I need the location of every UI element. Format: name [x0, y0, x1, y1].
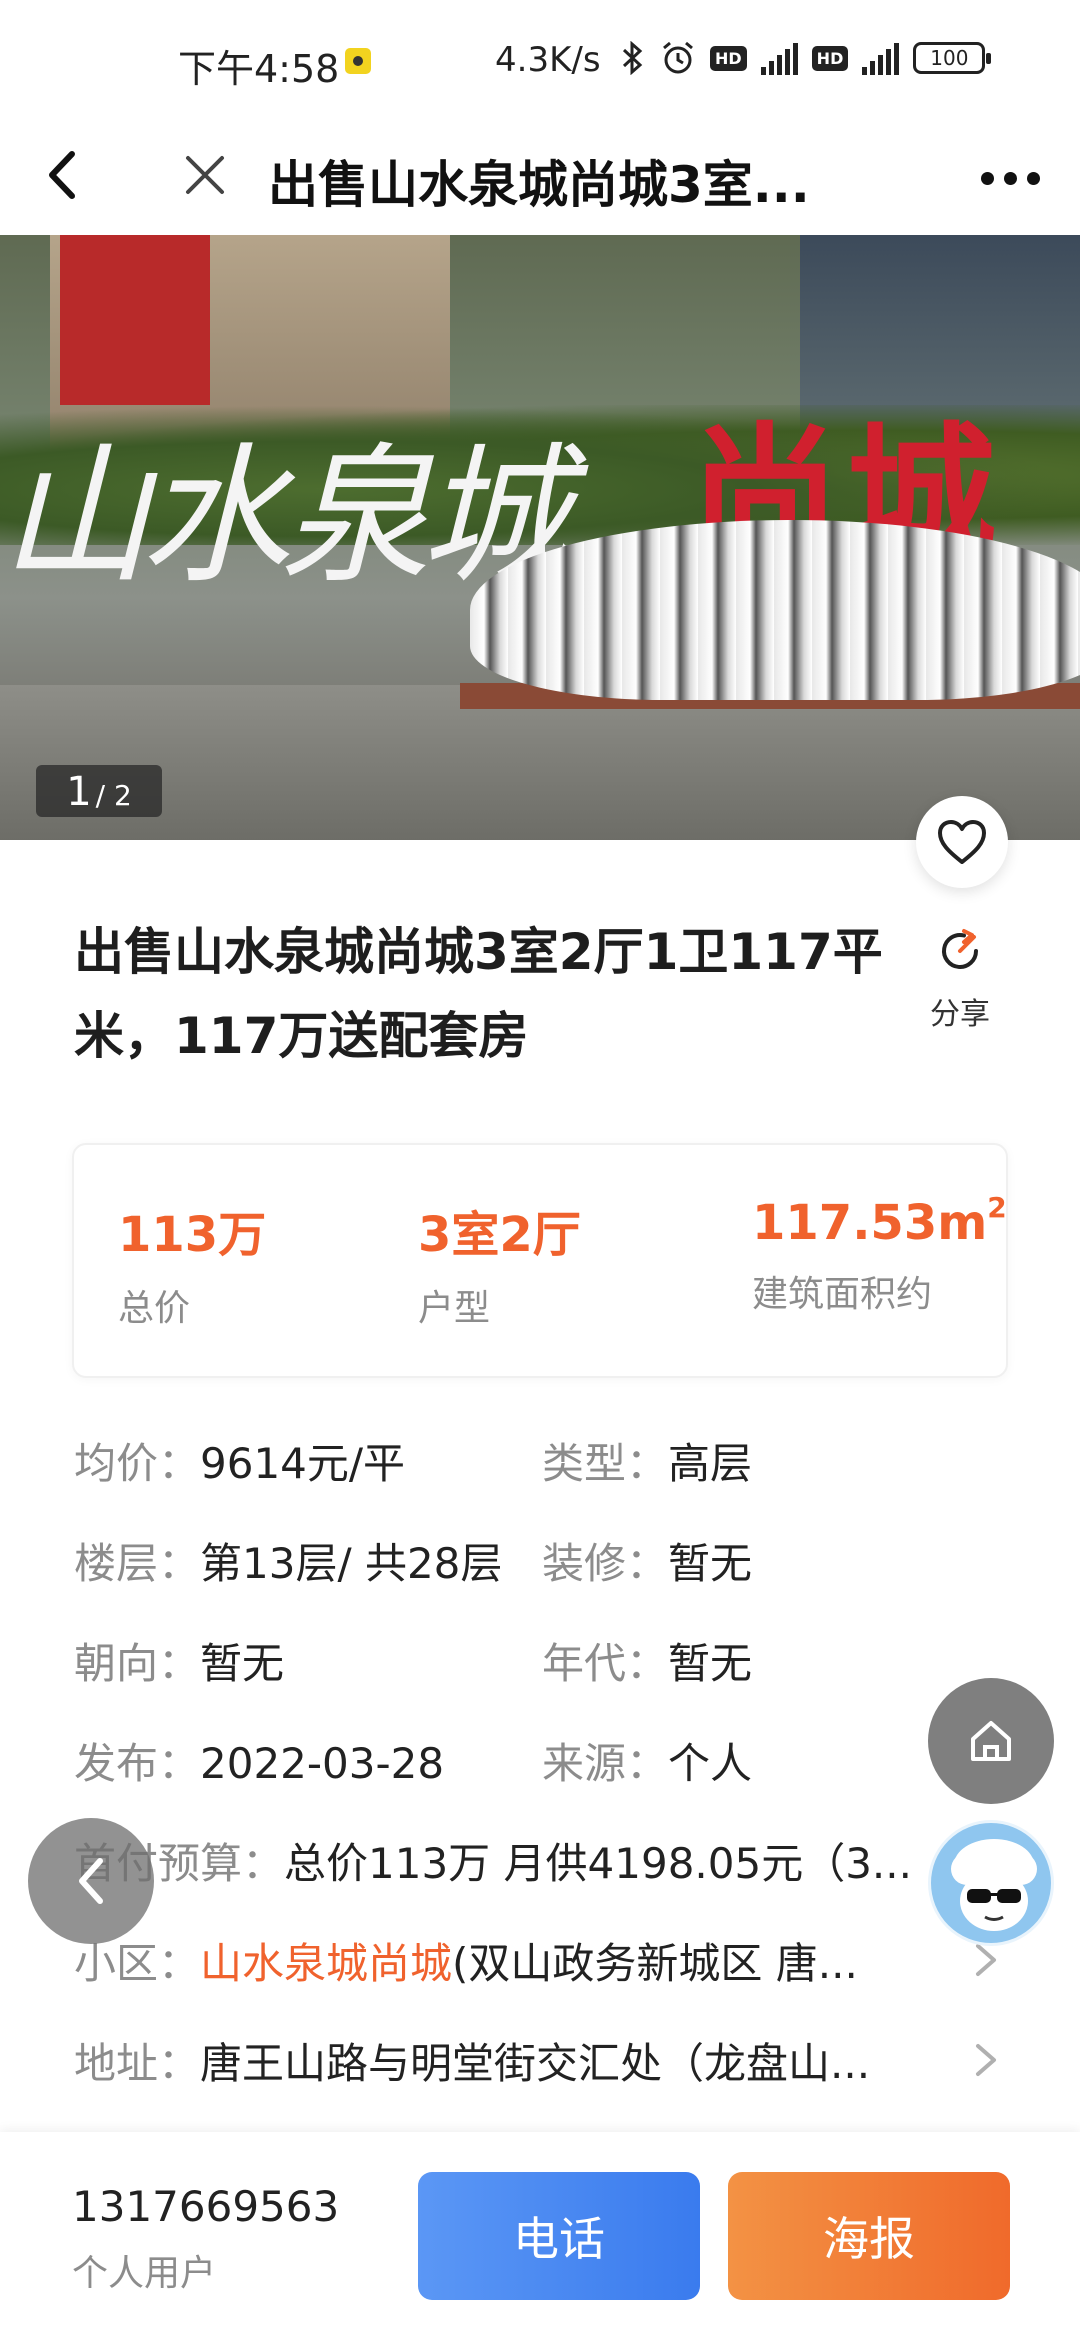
listing-photo[interactable]: 尚城 山水泉城 1 / 2 — [0, 235, 1080, 840]
status-icons: HD HD 100 — [620, 40, 992, 76]
back-arrow-icon[interactable] — [30, 140, 100, 210]
assistant-avatar[interactable] — [928, 1820, 1054, 1946]
bottom-bar: 1317669563 个人用户 电话 海报 — [0, 2132, 1080, 2340]
detail-year: 年代：暂无 — [542, 1639, 753, 1688]
stat-layout: 3室2厅 户型 — [418, 1207, 581, 1329]
heart-icon — [938, 820, 986, 864]
hd-badge-2: HD — [811, 45, 849, 71]
user-type: 个人用户 — [72, 2253, 217, 2294]
page-title: 出售山水泉城尚城3室... — [268, 156, 810, 214]
detail-avg-price: 均价：9614元/平 — [74, 1439, 406, 1488]
call-button[interactable]: 电话 — [418, 2172, 700, 2300]
poster-button[interactable]: 海报 — [728, 2172, 1010, 2300]
listing-title: 出售山水泉城尚城3室2厅1卫117平米，117万送配套房 — [74, 923, 883, 1065]
detail-decoration: 装修：暂无 — [542, 1539, 753, 1588]
signal-icon-2 — [862, 41, 900, 75]
hd-badge-1: HD — [710, 45, 747, 71]
stat-total-price: 113万 总价 — [118, 1207, 267, 1329]
more-dots-icon[interactable] — [970, 153, 1050, 203]
contact-phone: 1317669563 — [72, 2182, 340, 2231]
detail-publish-date: 发布：2022-03-28 — [74, 1739, 445, 1788]
detail-address[interactable]: 地址：唐王山路与明堂街交汇处（龙盘山... — [74, 2030, 954, 2091]
photo-page-indicator: 1 / 2 — [36, 765, 162, 817]
detail-orientation: 朝向：暂无 — [74, 1639, 285, 1688]
home-icon — [971, 1721, 1011, 1761]
battery-icon: 100 — [913, 42, 992, 74]
share-button[interactable]: 分享 — [910, 925, 1010, 1033]
chevron-left-icon — [79, 1858, 103, 1904]
stat-area: 117.53m2 建筑面积约 — [752, 1191, 1007, 1315]
nav-bar: 出售山水泉城尚城3室... — [0, 115, 1080, 235]
signal-icon-1 — [760, 41, 798, 75]
floating-back-button[interactable] — [28, 1818, 154, 1944]
stats-card: 113万 总价 3室2厅 户型 117.53m2 建筑面积约 — [72, 1143, 1008, 1378]
bluetooth-icon — [622, 41, 643, 75]
detail-down-payment[interactable]: 首付预算：总价113万 月供4198.05元（3... — [74, 1830, 924, 1891]
notification-dot-icon — [345, 48, 371, 74]
detail-type: 类型：高层 — [542, 1439, 753, 1488]
detail-community[interactable]: 小区：山水泉城尚城(双山政务新城区 唐... — [74, 1930, 944, 1991]
home-button[interactable] — [928, 1678, 1054, 1804]
detail-source: 来源：个人 — [542, 1739, 753, 1788]
favorite-button[interactable] — [916, 796, 1008, 888]
status-bar: 下午4:58 4.3K/s HD HD 100 — [0, 0, 1080, 115]
share-icon — [942, 929, 978, 969]
network-speed: 4.3K/s — [495, 40, 601, 80]
share-label: 分享 — [930, 997, 990, 1032]
chevron-right-icon[interactable] — [968, 2038, 1004, 2082]
alarm-icon — [663, 41, 693, 74]
community-link[interactable]: 山水泉城尚城 — [200, 1939, 452, 1988]
detail-floor: 楼层：第13层/ 共28层 — [74, 1539, 503, 1588]
status-time: 下午4:58 — [178, 47, 340, 91]
close-icon[interactable] — [170, 140, 240, 210]
cartoon-avatar-icon — [951, 1839, 1037, 1931]
photo-sign-white: 山水泉城 — [0, 430, 570, 604]
